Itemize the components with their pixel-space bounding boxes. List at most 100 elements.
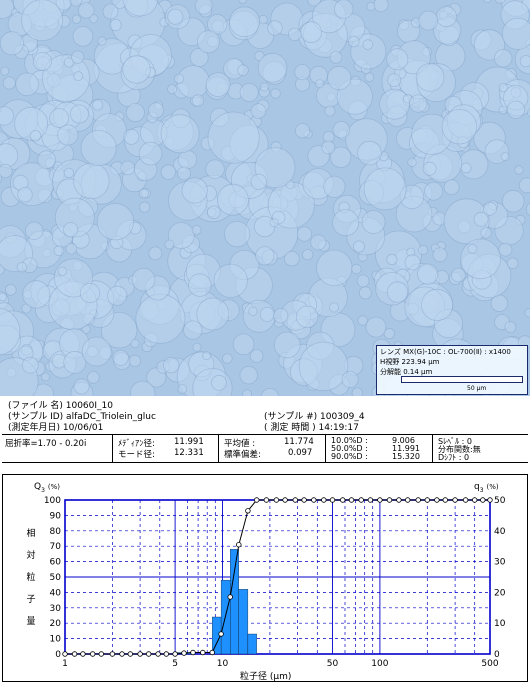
droplet (131, 267, 156, 292)
droplet (69, 104, 89, 124)
droplet (432, 247, 448, 263)
fov-value: 223.94 μm (401, 358, 440, 366)
droplet (123, 128, 140, 145)
droplet (57, 124, 79, 146)
droplet (191, 94, 205, 107)
droplet (417, 263, 439, 285)
droplet (334, 0, 354, 19)
droplet (473, 211, 489, 227)
resolution-value: 0.14 μm (403, 368, 433, 376)
droplet (514, 165, 524, 175)
droplet (500, 152, 510, 162)
droplet (96, 203, 134, 241)
droplet (41, 372, 50, 382)
droplet (138, 141, 163, 166)
y-left-tick-label: 50 (50, 573, 62, 583)
y-left-tick-label: 90 (50, 511, 62, 521)
droplet (63, 57, 74, 68)
x-tick-label: 100 (371, 659, 388, 669)
cumulative-point (80, 651, 86, 657)
droplet (387, 73, 402, 87)
cumulative-point (119, 651, 125, 657)
d90-label: 90.0%D : (331, 452, 368, 461)
droplet (63, 222, 79, 238)
histogram-bar (238, 589, 249, 655)
droplet (315, 79, 325, 89)
cumulative-point (155, 651, 161, 657)
y-axis-label: 相対粒子量 (26, 527, 35, 627)
y-left-tick-label: 40 (50, 588, 62, 598)
droplet (80, 129, 117, 166)
y-axis-label-char: 子 (26, 594, 35, 605)
droplet (21, 356, 39, 374)
cumulative-point (462, 497, 469, 503)
cumulative-point (311, 497, 317, 503)
droplet (379, 88, 411, 120)
droplet (216, 183, 249, 216)
droplet (205, 72, 231, 97)
droplet (273, 308, 289, 324)
droplet (148, 102, 165, 119)
droplet (160, 164, 177, 180)
droplet (298, 341, 349, 392)
droplet (213, 263, 248, 298)
droplet (177, 384, 188, 394)
droplet (407, 157, 417, 168)
y-axis-label-char: 対 (26, 549, 35, 561)
y-left-tick-label: 10 (50, 635, 62, 645)
droplet (32, 52, 52, 72)
droplet (112, 349, 129, 366)
droplet (181, 177, 208, 204)
histogram-bar (230, 549, 239, 655)
y-left-tick-label: 0 (55, 650, 61, 660)
droplet (316, 249, 353, 286)
cumulative-point (89, 651, 96, 657)
y-left-tick-label: 80 (50, 527, 62, 537)
droplet (72, 25, 94, 47)
droplet (498, 83, 508, 93)
droplet (259, 306, 275, 322)
droplet (435, 6, 457, 28)
droplet (259, 82, 269, 92)
cumulative-point (62, 651, 68, 657)
cumulative-point (127, 651, 133, 657)
droplet (273, 331, 301, 359)
droplet (386, 253, 398, 266)
droplet (332, 209, 360, 237)
droplet (501, 17, 530, 50)
y-left-tick-label: 100 (44, 496, 61, 506)
scale-label: 50 μm (467, 385, 487, 392)
droplet (269, 218, 279, 228)
y-left-tick-label: 30 (50, 604, 62, 614)
cumulative-point (367, 497, 374, 503)
cumulative-point (273, 497, 280, 503)
droplet (415, 63, 445, 92)
droplet (460, 162, 472, 174)
median-value: 11.991 (174, 437, 204, 447)
droplet (518, 177, 530, 194)
droplet (202, 351, 212, 361)
x-tick-label: 50 (327, 659, 339, 669)
y-axis-label-char: 相 (26, 527, 35, 539)
droplet (365, 316, 387, 338)
droplet (71, 14, 82, 24)
cumulative-point (163, 651, 169, 657)
std-label: 標準偏差: (224, 450, 261, 460)
droplet (467, 243, 478, 254)
droplet (519, 55, 530, 68)
droplet (363, 167, 407, 211)
y-left-tick-label: 70 (50, 542, 62, 552)
droplet (332, 120, 350, 139)
droplet (15, 72, 39, 97)
droplet (229, 6, 260, 38)
droplet (125, 103, 145, 123)
droplet (506, 257, 519, 270)
droplet (324, 105, 336, 117)
y-axis-label-char: 粒 (26, 571, 35, 583)
cumulative-point (109, 651, 116, 657)
cumulative-point (282, 497, 288, 503)
droplet (63, 167, 75, 179)
q3-right-label: q3 (%) (474, 482, 499, 494)
cumulative-point (181, 650, 187, 656)
droplet (237, 64, 249, 76)
